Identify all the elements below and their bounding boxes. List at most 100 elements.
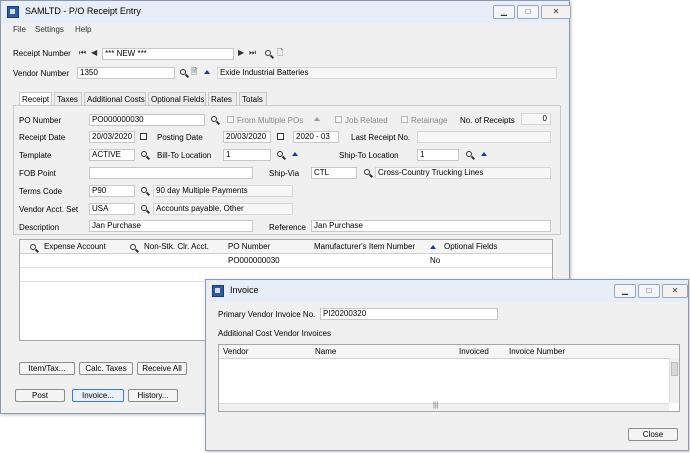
menu-bar: File Settings Help: [1, 23, 569, 37]
vendor-document-icon[interactable]: 🗎: [191, 67, 197, 77]
additional-cost-invoice-grid[interactable]: Vendor Name Invoiced Invoice Number |||: [218, 344, 680, 412]
retainage-label: Retainage: [411, 116, 448, 125]
vertical-scroll-thumb[interactable]: [671, 362, 678, 376]
posting-date-calendar-icon[interactable]: [277, 133, 284, 140]
last-record-icon[interactable]: ⏭: [249, 48, 256, 58]
primary-vendor-invoice-input[interactable]: PI20200320: [320, 308, 498, 320]
invoice-header-name[interactable]: Name: [315, 347, 336, 356]
reference-label: Reference: [269, 223, 306, 232]
row-optional-fields: No: [430, 256, 441, 265]
reference-input[interactable]: Jan Purchase: [311, 220, 551, 232]
first-record-icon[interactable]: ⏮: [79, 48, 86, 58]
fiscal-period-field[interactable]: 2020 - 03: [293, 131, 339, 143]
item-tax-button[interactable]: Item/Tax...: [19, 362, 75, 375]
posting-date-label: Posting Date: [157, 133, 203, 142]
po-number-input[interactable]: PO000000030: [89, 114, 205, 126]
grid-header-manufacturer-item[interactable]: Manufacturer's Item Number: [314, 242, 415, 251]
optional-fields-zoom-icon[interactable]: [430, 245, 436, 249]
clearing-account-search-icon[interactable]: [130, 244, 136, 250]
terms-code-input[interactable]: P90: [89, 185, 135, 197]
tab-additional-costs[interactable]: Additional Costs: [84, 92, 146, 105]
vendor-number-input[interactable]: 1350: [77, 67, 175, 79]
menu-help[interactable]: Help: [75, 25, 91, 34]
vendor-search-icon[interactable]: [180, 69, 186, 75]
ship-to-input[interactable]: 1: [417, 149, 459, 161]
receipt-date-label: Receipt Date: [19, 133, 66, 142]
horizontal-scroll-grip-icon[interactable]: |||: [433, 402, 438, 409]
from-multiple-pos-checkbox[interactable]: [227, 116, 234, 123]
tab-optional-fields[interactable]: Optional Fields: [148, 92, 206, 105]
receipt-date-calendar-icon[interactable]: [140, 133, 147, 140]
previous-record-icon[interactable]: ◀: [91, 48, 97, 58]
tab-receipt[interactable]: Receipt: [19, 92, 52, 106]
vendor-acct-set-input[interactable]: USA: [89, 203, 135, 215]
calc-taxes-button[interactable]: Calc. Taxes: [79, 362, 133, 375]
template-search-icon[interactable]: [141, 151, 147, 157]
history-button[interactable]: History...: [128, 389, 178, 402]
grid-header-non-stk-clr-acct[interactable]: Non-Stk. Clr. Acct.: [144, 242, 209, 251]
receipt-date-input[interactable]: 20/03/2020: [89, 131, 135, 143]
receipt-number-label: Receipt Number: [13, 49, 71, 58]
grid-header-expense-account[interactable]: Expense Account: [44, 242, 106, 251]
invoice-close-dialog-button[interactable]: Close: [628, 428, 678, 441]
bill-to-search-icon[interactable]: [277, 151, 283, 157]
job-related-label: Job Related: [345, 116, 388, 125]
tab-taxes[interactable]: Taxes: [54, 92, 82, 105]
minimize-button[interactable]: ▁: [493, 5, 515, 19]
description-label: Description: [19, 223, 60, 232]
no-of-receipts-label: No. of Receipts: [460, 116, 515, 125]
expense-account-search-icon[interactable]: [30, 244, 36, 250]
close-button[interactable]: ✕: [541, 5, 571, 19]
invoice-header-vendor[interactable]: Vendor: [223, 347, 248, 356]
posting-date-input[interactable]: 20/03/2020: [223, 131, 271, 143]
description-input[interactable]: Jan Purchase: [89, 220, 253, 232]
next-record-icon[interactable]: ▶: [238, 48, 244, 58]
search-icon[interactable]: [265, 50, 271, 56]
vendor-zoom-icon[interactable]: [204, 70, 210, 74]
invoice-header-invoiced[interactable]: Invoiced: [459, 347, 489, 356]
receive-all-button[interactable]: Receive All: [137, 362, 187, 375]
grid-header-po-number[interactable]: PO Number: [228, 242, 270, 251]
maximize-button[interactable]: □: [517, 5, 539, 19]
po-number-label: PO Number: [19, 116, 62, 125]
template-input[interactable]: ACTIVE: [89, 149, 135, 161]
vendor-acct-search-icon[interactable]: [141, 205, 147, 211]
ship-via-search-icon[interactable]: [364, 169, 370, 175]
invoice-maximize-button[interactable]: □: [638, 284, 660, 298]
invoice-button[interactable]: Invoice...: [72, 389, 124, 402]
ship-via-input[interactable]: CTL: [311, 167, 357, 179]
table-row[interactable]: PO000000030 No: [20, 254, 552, 268]
menu-settings[interactable]: Settings: [35, 25, 64, 34]
menu-file[interactable]: File: [13, 25, 26, 34]
invoice-grid-vertical-scrollbar[interactable]: [669, 358, 679, 403]
bill-to-input[interactable]: 1: [223, 149, 271, 161]
ship-to-search-icon[interactable]: [466, 151, 472, 157]
job-related-checkbox[interactable]: [335, 116, 342, 123]
tab-totals[interactable]: Totals: [239, 92, 267, 105]
new-document-icon[interactable]: 🗋: [277, 48, 283, 58]
receipt-number-input[interactable]: *** NEW ***: [102, 48, 234, 60]
invoice-grid-horizontal-scrollbar[interactable]: |||: [219, 402, 669, 411]
terms-description: 90 day Multiple Payments: [153, 185, 293, 197]
bill-to-zoom-icon[interactable]: [292, 152, 298, 156]
no-of-receipts-value: 0: [542, 114, 547, 123]
row-po-number: PO000000030: [228, 256, 280, 265]
terms-search-icon[interactable]: [141, 187, 147, 193]
tab-rates[interactable]: Rates: [208, 92, 237, 105]
ship-via-label: Ship-Via: [269, 169, 300, 178]
invoice-header-invoice-number[interactable]: Invoice Number: [509, 347, 565, 356]
invoice-close-button[interactable]: ✕: [662, 284, 688, 298]
fob-point-input[interactable]: [89, 167, 253, 179]
invoice-grid-header: Vendor Name Invoiced Invoice Number: [219, 345, 679, 359]
terms-code-label: Terms Code: [19, 187, 63, 196]
ship-to-label: Ship-To Location: [339, 151, 399, 160]
post-button[interactable]: Post: [15, 389, 65, 402]
grid-header-optional-fields[interactable]: Optional Fields: [444, 242, 497, 251]
additional-cost-invoices-label: Additional Cost Vendor Invoices: [218, 329, 331, 338]
po-search-icon[interactable]: [211, 116, 217, 122]
invoice-minimize-button[interactable]: ▁: [614, 284, 636, 298]
ship-to-zoom-icon[interactable]: [481, 152, 487, 156]
from-multiple-pos-label: From Multiple POs: [237, 116, 304, 125]
retainage-checkbox[interactable]: [401, 116, 408, 123]
invoice-window-title: Invoice: [230, 285, 259, 295]
